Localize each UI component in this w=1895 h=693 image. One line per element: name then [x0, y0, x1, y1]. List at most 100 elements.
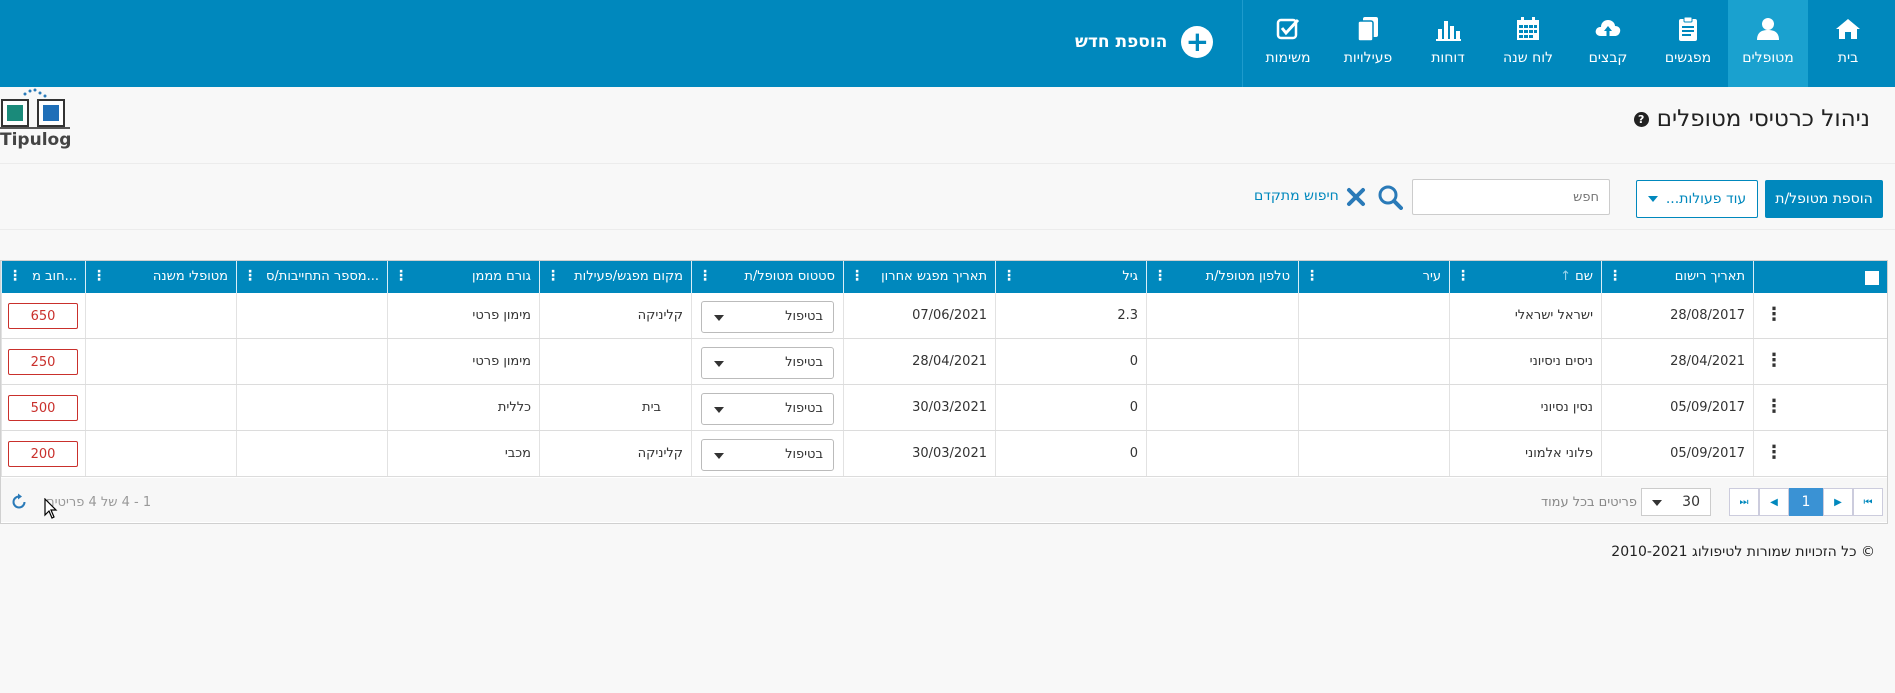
column-menu-icon[interactable]: ⋮: [1608, 268, 1622, 284]
nav-item-files[interactable]: קבצים: [1568, 0, 1648, 87]
table-row[interactable]: ⋮ 05/09/2017 פלוני אלמוני 0 30/03/2021 ב…: [1, 431, 1887, 477]
cell-name[interactable]: נסין נסיוני: [1449, 385, 1601, 430]
calendar-icon: [1488, 14, 1568, 44]
status-select[interactable]: בטיפול: [701, 439, 834, 471]
table-row[interactable]: ⋮ 05/09/2017 נסין נסיוני 0 30/03/2021 בט…: [1, 385, 1887, 431]
nav-item-tasks[interactable]: משימות: [1248, 0, 1328, 87]
advanced-search-link[interactable]: חיפוש מתקדם: [1254, 188, 1339, 204]
col-header-commitment[interactable]: מספר התחייבות/ס... ⋮: [236, 261, 387, 293]
page-number-button[interactable]: 1: [1789, 488, 1823, 516]
tipulog-logo: Tipulog: [0, 87, 72, 153]
cell-city: [1298, 385, 1449, 430]
column-menu-icon[interactable]: ⋮: [394, 268, 408, 284]
col-header-city[interactable]: עיר ⋮: [1298, 261, 1449, 293]
debt-badge[interactable]: 500: [8, 395, 78, 421]
nav-item-reports[interactable]: דוחות: [1408, 0, 1488, 87]
column-menu-icon[interactable]: ⋮: [92, 268, 106, 284]
column-menu-icon[interactable]: ⋮: [243, 268, 257, 284]
cell-name[interactable]: ניסים ניסיוני: [1449, 339, 1601, 384]
status-select[interactable]: בטיפול: [701, 301, 834, 333]
page-size-select[interactable]: 30: [1641, 488, 1711, 516]
prev-page-button[interactable]: ◀: [1759, 488, 1789, 516]
footer-copyright: © כל הזכויות שמורות לטיפולוג 2010-2021: [1611, 544, 1875, 560]
row-menu-icon[interactable]: ⋮: [1765, 442, 1783, 463]
cell-commitment: [236, 385, 387, 430]
add-new-button[interactable]: הוספת חדש +: [1075, 22, 1214, 62]
next-page-button[interactable]: ▶: [1823, 488, 1853, 516]
col-header-reg-date[interactable]: תאריך רישום ⋮: [1601, 261, 1753, 293]
search-input[interactable]: [1412, 179, 1610, 215]
row-select-cell[interactable]: [1785, 293, 1887, 338]
last-page-button[interactable]: ⏭: [1729, 488, 1759, 516]
cell-debt: 250: [1, 339, 85, 384]
column-menu-icon[interactable]: ⋮: [8, 268, 22, 284]
cell-name[interactable]: פלוני אלמוני: [1449, 431, 1601, 476]
debt-badge[interactable]: 650: [8, 303, 78, 329]
cell-debt: 650: [1, 293, 85, 338]
row-menu-icon[interactable]: ⋮: [1765, 396, 1783, 417]
row-menu-icon[interactable]: ⋮: [1765, 350, 1783, 371]
row-actions-cell[interactable]: ⋮: [1753, 385, 1785, 430]
table-row[interactable]: ⋮ 28/04/2021 ניסים ניסיוני 0 28/04/2021 …: [1, 339, 1887, 385]
table-row[interactable]: ⋮ 28/08/2017 ישראל ישראלי 2.3 07/06/2021…: [1, 293, 1887, 339]
row-actions-cell[interactable]: ⋮: [1753, 431, 1785, 476]
column-menu-icon[interactable]: ⋮: [546, 268, 560, 284]
cell-city: [1298, 339, 1449, 384]
search-icon[interactable]: [1377, 184, 1403, 210]
bar-chart-icon: [1408, 14, 1488, 44]
cell-phone: [1146, 339, 1298, 384]
column-menu-icon[interactable]: ⋮: [1002, 268, 1016, 284]
cell-status: בטיפול: [691, 431, 843, 476]
grid-header: תאריך רישום ⋮ ↑ שם ⋮ עיר ⋮ טלפון מטופל/ת ⋮ ג…: [1, 261, 1887, 293]
status-select[interactable]: בטיפול: [701, 347, 834, 379]
row-actions-cell[interactable]: ⋮: [1753, 293, 1785, 338]
nav-item-calendar[interactable]: לוח שנה: [1488, 0, 1568, 87]
col-header-age[interactable]: גיל ⋮: [995, 261, 1146, 293]
nav-item-home[interactable]: בית: [1808, 0, 1888, 87]
top-navigation-bar: בית מטופלים מפגשים קבצים לוח שנה דוחות פ…: [0, 0, 1895, 87]
refresh-icon[interactable]: [10, 493, 28, 511]
page-size-label: פריטים בכל עמוד: [1541, 495, 1637, 510]
row-select-cell[interactable]: [1785, 339, 1887, 384]
cell-age: 0: [995, 431, 1146, 476]
cell-phone: [1146, 293, 1298, 338]
col-header-name[interactable]: ↑ שם ⋮: [1449, 261, 1601, 293]
col-header-phone[interactable]: טלפון מטופל/ת ⋮: [1146, 261, 1298, 293]
help-icon[interactable]: ?: [1633, 111, 1649, 127]
close-icon[interactable]: [1346, 187, 1366, 207]
row-actions-cell[interactable]: ⋮: [1753, 339, 1785, 384]
col-header-debt[interactable]: חוב מ... ⋮: [1, 261, 85, 293]
select-all-checkbox[interactable]: [1865, 271, 1879, 285]
cell-name[interactable]: ישראל ישראלי: [1449, 293, 1601, 338]
column-menu-icon[interactable]: ⋮: [1305, 268, 1319, 284]
cell-funder: מכבי: [387, 431, 539, 476]
nav-item-activities[interactable]: פעילויות: [1328, 0, 1408, 87]
column-menu-icon[interactable]: ⋮: [850, 268, 864, 284]
column-menu-icon[interactable]: ⋮: [1456, 268, 1470, 284]
debt-badge[interactable]: 200: [8, 441, 78, 467]
row-actions-header: [1753, 261, 1785, 293]
chevron-down-icon: [1652, 500, 1662, 506]
col-header-sub-patients[interactable]: מטופלי משנה ⋮: [85, 261, 236, 293]
add-patient-button[interactable]: הוספת מטופל/ת: [1765, 180, 1883, 218]
cell-city: [1298, 293, 1449, 338]
col-header-place[interactable]: מקום מפגש/פעילות ⋮: [539, 261, 691, 293]
cell-commitment: [236, 339, 387, 384]
row-select-cell[interactable]: [1785, 431, 1887, 476]
row-menu-icon[interactable]: ⋮: [1765, 304, 1783, 325]
cell-place: קליניקה: [539, 431, 691, 476]
col-header-last-meeting[interactable]: תאריך מפגש אחרון ⋮: [843, 261, 995, 293]
more-actions-button[interactable]: עוד פעולות...: [1636, 180, 1758, 218]
col-header-status[interactable]: סטטוס מטופל/ת ⋮: [691, 261, 843, 293]
status-select[interactable]: בטיפול: [701, 393, 834, 425]
row-select-cell[interactable]: [1785, 385, 1887, 430]
cell-age: 0: [995, 339, 1146, 384]
first-page-button[interactable]: ⏮: [1853, 488, 1883, 516]
nav-item-meetings[interactable]: מפגשים: [1648, 0, 1728, 87]
debt-badge[interactable]: 250: [8, 349, 78, 375]
column-menu-icon[interactable]: ⋮: [698, 268, 712, 284]
column-menu-icon[interactable]: ⋮: [1153, 268, 1167, 284]
nav-item-patients[interactable]: מטופלים: [1728, 0, 1808, 87]
cell-commitment: [236, 431, 387, 476]
col-header-funder[interactable]: גורם מממן ⋮: [387, 261, 539, 293]
